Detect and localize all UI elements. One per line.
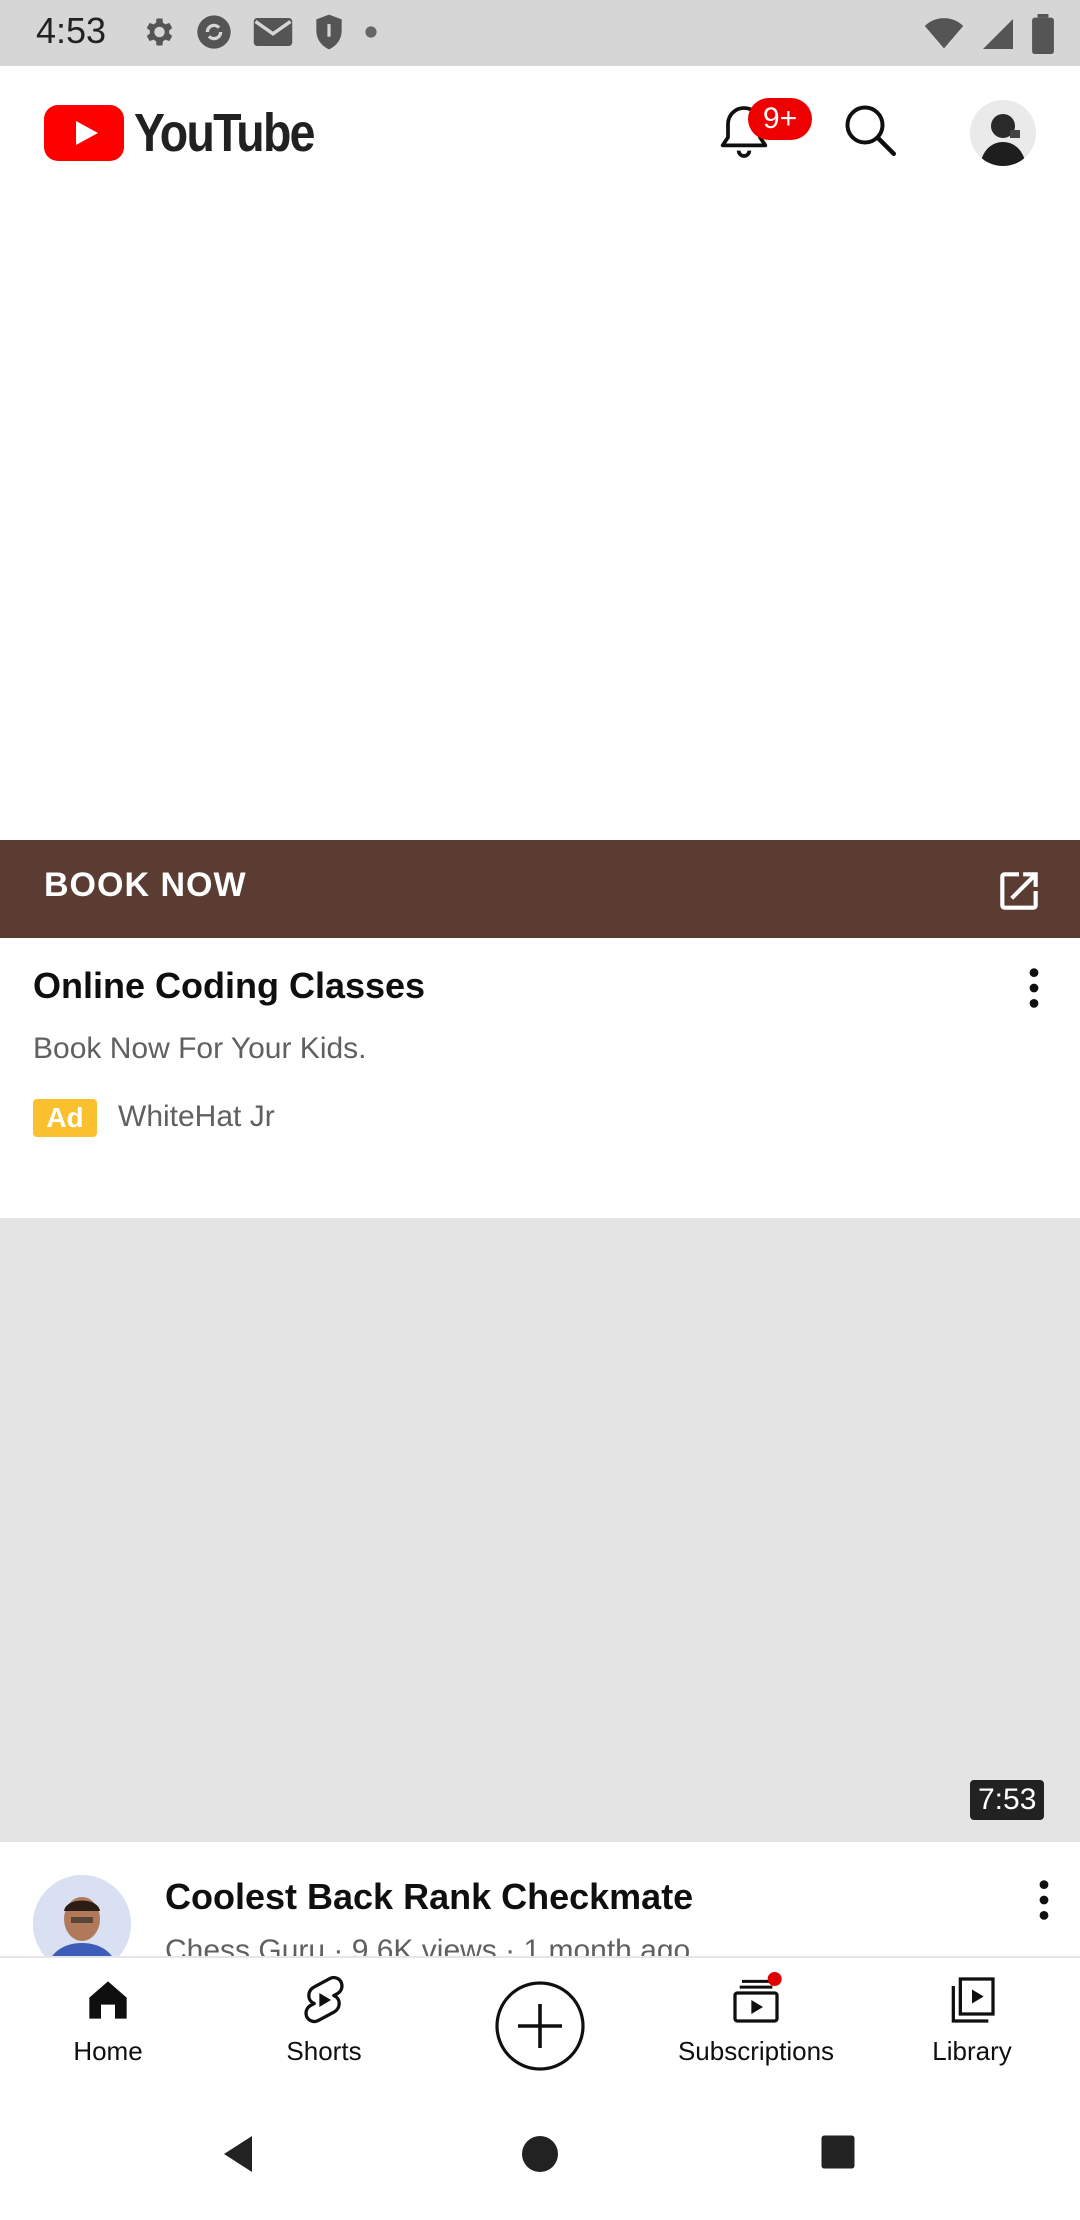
- home-icon: [89, 1981, 127, 2019]
- system-home-button[interactable]: [516, 2130, 564, 2183]
- youtube-wordmark: YouTube: [134, 103, 315, 163]
- ad-more-options-button[interactable]: [1020, 966, 1048, 1010]
- cta-label: BOOK NOW: [44, 866, 247, 904]
- home-circle-icon: [522, 2136, 558, 2172]
- ad-media[interactable]: [0, 196, 1080, 840]
- search-button[interactable]: [840, 100, 910, 170]
- profile-photo-icon: [970, 100, 1036, 166]
- status-time: 4:53: [36, 10, 107, 51]
- subscriptions-icon: [733, 1972, 782, 2023]
- nav-shorts-label: Shorts: [286, 2036, 362, 2066]
- status-notification-icons: [140, 12, 378, 52]
- wifi-icon: [924, 18, 964, 49]
- add-circle-icon: [495, 1981, 585, 2071]
- nav-shorts[interactable]: Shorts: [216, 1972, 432, 2082]
- shield-icon: [316, 14, 342, 50]
- nav-subscriptions-label: Subscriptions: [677, 2036, 835, 2066]
- back-triangle-icon: [224, 2136, 252, 2172]
- nav-subscriptions[interactable]: Subscriptions: [648, 1972, 864, 2082]
- ad-subtitle: Book Now For Your Kids.: [33, 1032, 367, 1065]
- video-title[interactable]: Coolest Back Rank Checkmate: [165, 1876, 693, 1918]
- dot-icon: [365, 26, 377, 38]
- system-back-button[interactable]: [216, 2130, 264, 2183]
- create-button[interactable]: [494, 1980, 586, 2072]
- gmail-icon: [253, 18, 293, 46]
- video-thumbnail[interactable]: [0, 1218, 1080, 1842]
- more-vert-icon: [1039, 1880, 1049, 1920]
- nav-home[interactable]: Home: [0, 1972, 216, 2082]
- settings-icon: [146, 18, 173, 46]
- account-avatar[interactable]: [970, 100, 1036, 166]
- signal-icon: [983, 19, 1013, 49]
- battery-icon: [1032, 14, 1054, 54]
- more-vert-icon: [1029, 968, 1039, 1008]
- youtube-logo[interactable]: YouTube: [44, 102, 343, 164]
- ad-advertiser: WhiteHat Jr: [118, 1100, 275, 1133]
- nav-library-label: Library: [932, 2036, 1012, 2066]
- youtube-play-logo-icon: [44, 105, 124, 161]
- shorts-icon: [304, 1975, 344, 2024]
- notification-count-badge: 9+: [748, 98, 812, 140]
- video-duration: 7:53: [970, 1780, 1045, 1820]
- ad-title[interactable]: Online Coding Classes: [33, 965, 425, 1007]
- nav-library[interactable]: Library: [864, 1972, 1080, 2082]
- search-icon: [845, 105, 896, 156]
- ad-badge: Ad: [33, 1099, 97, 1137]
- nav-home-label: Home: [73, 2036, 143, 2066]
- external-link-icon: [994, 866, 1044, 916]
- recents-square-icon: [821, 2135, 855, 2169]
- system-recents-button[interactable]: [816, 2130, 860, 2179]
- sync-app-icon: [197, 15, 231, 49]
- status-system-icons: [924, 14, 1054, 54]
- video-more-options-button[interactable]: [1030, 1878, 1058, 1922]
- library-icon: [951, 1977, 995, 2023]
